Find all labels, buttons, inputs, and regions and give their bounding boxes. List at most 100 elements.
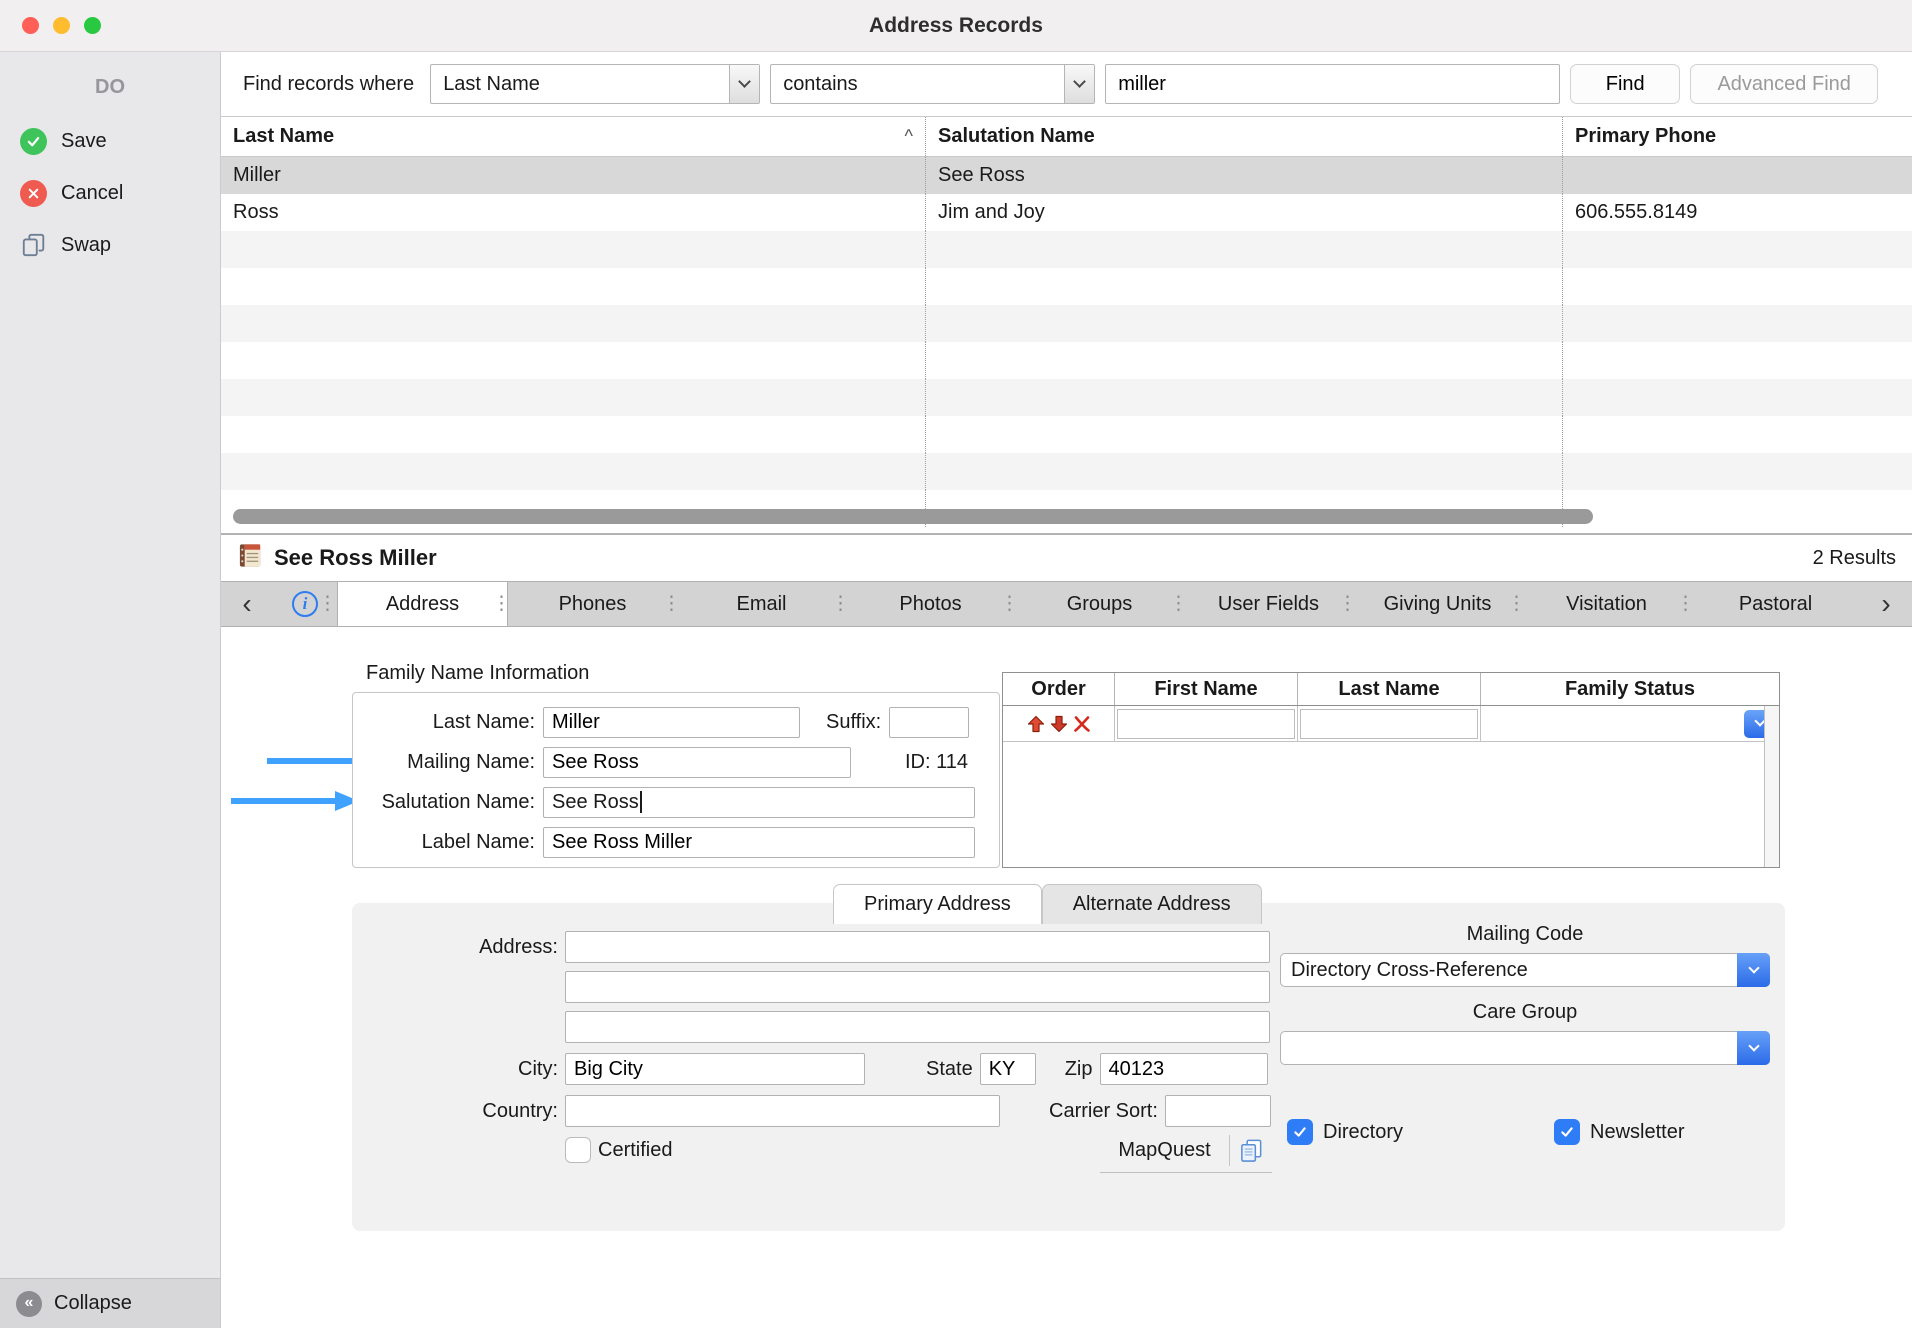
result-row-ross[interactable]: Ross Jim and Joy 606.555.8149 bbox=[221, 194, 1912, 231]
tab-photos[interactable]: Photos ⋮ bbox=[846, 582, 1015, 626]
zip-label: Zip bbox=[1065, 1058, 1093, 1081]
result-row-miller[interactable]: Miller See Ross bbox=[221, 157, 1912, 194]
member-last-name-cell[interactable] bbox=[1298, 706, 1481, 741]
copy-address-button[interactable] bbox=[1230, 1138, 1272, 1163]
scrollbar-thumb[interactable] bbox=[233, 509, 1593, 524]
chevron-left-icon: ‹ bbox=[242, 588, 251, 620]
horizontal-scrollbar[interactable] bbox=[229, 509, 1904, 525]
address-line2-input[interactable] bbox=[565, 971, 1270, 1003]
tabs-scroll-right-button[interactable]: › bbox=[1860, 582, 1912, 626]
tab-separator-icon: ⋮ bbox=[1000, 593, 1019, 616]
address-line1-row: Address: bbox=[352, 931, 1270, 963]
column-header-last-name[interactable]: Last Name ^ bbox=[221, 117, 926, 156]
tab-separator-icon: ⋮ bbox=[1169, 593, 1188, 616]
tab-primary-address[interactable]: Primary Address bbox=[833, 884, 1042, 924]
last-name-input[interactable] bbox=[543, 707, 800, 738]
tab-alternate-address[interactable]: Alternate Address bbox=[1042, 884, 1262, 924]
tab-pastoral[interactable]: Pastoral bbox=[1691, 582, 1860, 626]
address-subtabs: Primary Address Alternate Address bbox=[833, 884, 1262, 924]
members-vertical-scrollbar[interactable] bbox=[1764, 706, 1779, 867]
search-operator-dropdown[interactable]: contains bbox=[770, 64, 1095, 104]
directory-checkbox[interactable] bbox=[1287, 1119, 1313, 1145]
zip-input[interactable] bbox=[1100, 1053, 1268, 1085]
care-group-dropdown[interactable] bbox=[1280, 1031, 1770, 1065]
tab-separator-icon: ⋮ bbox=[1676, 593, 1695, 616]
chevron-down-icon bbox=[729, 65, 759, 103]
chevron-right-icon: › bbox=[1881, 588, 1890, 620]
newsletter-checkbox[interactable] bbox=[1554, 1119, 1580, 1145]
directory-checkbox-item: Directory bbox=[1287, 1119, 1403, 1145]
address-line2-row bbox=[352, 971, 1270, 1003]
directory-label: Directory bbox=[1323, 1121, 1403, 1144]
results-header: Last Name ^ Salutation Name Primary Phon… bbox=[221, 117, 1912, 157]
traffic-lights bbox=[22, 0, 101, 51]
move-up-icon[interactable] bbox=[1026, 714, 1046, 734]
tab-giving-units[interactable]: Giving Units ⋮ bbox=[1353, 582, 1522, 626]
close-window-button[interactable] bbox=[22, 17, 39, 34]
collapse-sidebar-button[interactable]: « Collapse bbox=[0, 1278, 220, 1328]
city-input[interactable] bbox=[565, 1053, 865, 1085]
mailing-code-dropdown[interactable]: Directory Cross-Reference bbox=[1280, 953, 1770, 987]
newsletter-label: Newsletter bbox=[1590, 1121, 1684, 1144]
city-label: City: bbox=[352, 1058, 558, 1081]
tab-label: Email bbox=[736, 593, 786, 616]
tab-separator-icon: ⋮ bbox=[1507, 593, 1526, 616]
tab-user-fields[interactable]: User Fields ⋮ bbox=[1184, 582, 1353, 626]
search-value-input[interactable] bbox=[1105, 64, 1560, 104]
tab-groups[interactable]: Groups ⋮ bbox=[1015, 582, 1184, 626]
results-count: 2 Results bbox=[1813, 547, 1896, 570]
zoom-window-button[interactable] bbox=[84, 17, 101, 34]
members-column-first-name: First Name bbox=[1115, 673, 1298, 705]
column-label: Primary Phone bbox=[1575, 125, 1716, 148]
cancel-x-icon bbox=[20, 180, 47, 207]
country-input[interactable] bbox=[565, 1095, 1000, 1127]
family-status-dropdown[interactable] bbox=[1483, 709, 1777, 739]
salutation-name-input[interactable]: See Ross bbox=[543, 787, 975, 818]
swap-button[interactable]: Swap bbox=[0, 219, 220, 271]
certified-checkbox[interactable] bbox=[565, 1137, 591, 1163]
chevron-down-icon bbox=[1737, 953, 1770, 987]
mailing-code-value: Directory Cross-Reference bbox=[1281, 959, 1737, 982]
cancel-button[interactable]: Cancel bbox=[0, 167, 220, 219]
sidebar-items: Save Cancel Swap bbox=[0, 115, 220, 271]
delete-row-icon[interactable] bbox=[1072, 714, 1092, 734]
search-field-dropdown[interactable]: Last Name bbox=[430, 64, 760, 104]
cell-primary-phone bbox=[1563, 157, 1912, 194]
tab-address[interactable]: Address ⋮ bbox=[337, 582, 508, 626]
tab-email[interactable]: Email ⋮ bbox=[677, 582, 846, 626]
suffix-input[interactable] bbox=[889, 707, 969, 738]
tabs-scroll-left-button[interactable]: ‹ bbox=[221, 582, 273, 626]
address-records-window: Address Records DO Save Cancel bbox=[0, 0, 1912, 1328]
column-label: Last Name bbox=[233, 125, 334, 148]
cancel-label: Cancel bbox=[61, 182, 123, 205]
mailing-name-input[interactable] bbox=[543, 747, 851, 778]
tab-separator-icon: ⋮ bbox=[492, 593, 511, 616]
mapquest-button[interactable]: MapQuest bbox=[1100, 1139, 1229, 1162]
mailing-name-row: Mailing Name: ID: 114 bbox=[353, 743, 999, 781]
address-line1-input[interactable] bbox=[565, 931, 1270, 963]
salutation-name-row: Salutation Name: See Ross bbox=[353, 783, 999, 821]
member-first-name-cell[interactable] bbox=[1115, 706, 1298, 741]
swap-label: Swap bbox=[61, 234, 111, 257]
move-down-icon[interactable] bbox=[1049, 714, 1069, 734]
collapse-label: Collapse bbox=[54, 1292, 132, 1315]
address-line3-row bbox=[352, 1011, 1270, 1043]
tab-phones[interactable]: Phones ⋮ bbox=[508, 582, 677, 626]
address-book-icon bbox=[237, 542, 264, 575]
column-header-primary-phone[interactable]: Primary Phone bbox=[1563, 117, 1912, 156]
main-panel: Find records where Last Name contains Fi… bbox=[221, 52, 1912, 1328]
mapquest-bar: MapQuest bbox=[1100, 1129, 1272, 1173]
tab-visitation[interactable]: Visitation ⋮ bbox=[1522, 582, 1691, 626]
tab-info[interactable]: i ⋮ bbox=[273, 582, 337, 626]
results-table: Last Name ^ Salutation Name Primary Phon… bbox=[221, 116, 1912, 535]
save-button[interactable]: Save bbox=[0, 115, 220, 167]
state-input[interactable] bbox=[980, 1053, 1036, 1085]
address-line3-input[interactable] bbox=[565, 1011, 1270, 1043]
carrier-sort-input[interactable] bbox=[1165, 1095, 1271, 1127]
advanced-find-button[interactable]: Advanced Find bbox=[1690, 64, 1878, 104]
column-header-salutation-name[interactable]: Salutation Name bbox=[926, 117, 1563, 156]
label-name-input[interactable] bbox=[543, 827, 975, 858]
minimize-window-button[interactable] bbox=[53, 17, 70, 34]
salutation-name-annotation-arrow bbox=[231, 790, 359, 812]
find-button[interactable]: Find bbox=[1570, 64, 1680, 104]
